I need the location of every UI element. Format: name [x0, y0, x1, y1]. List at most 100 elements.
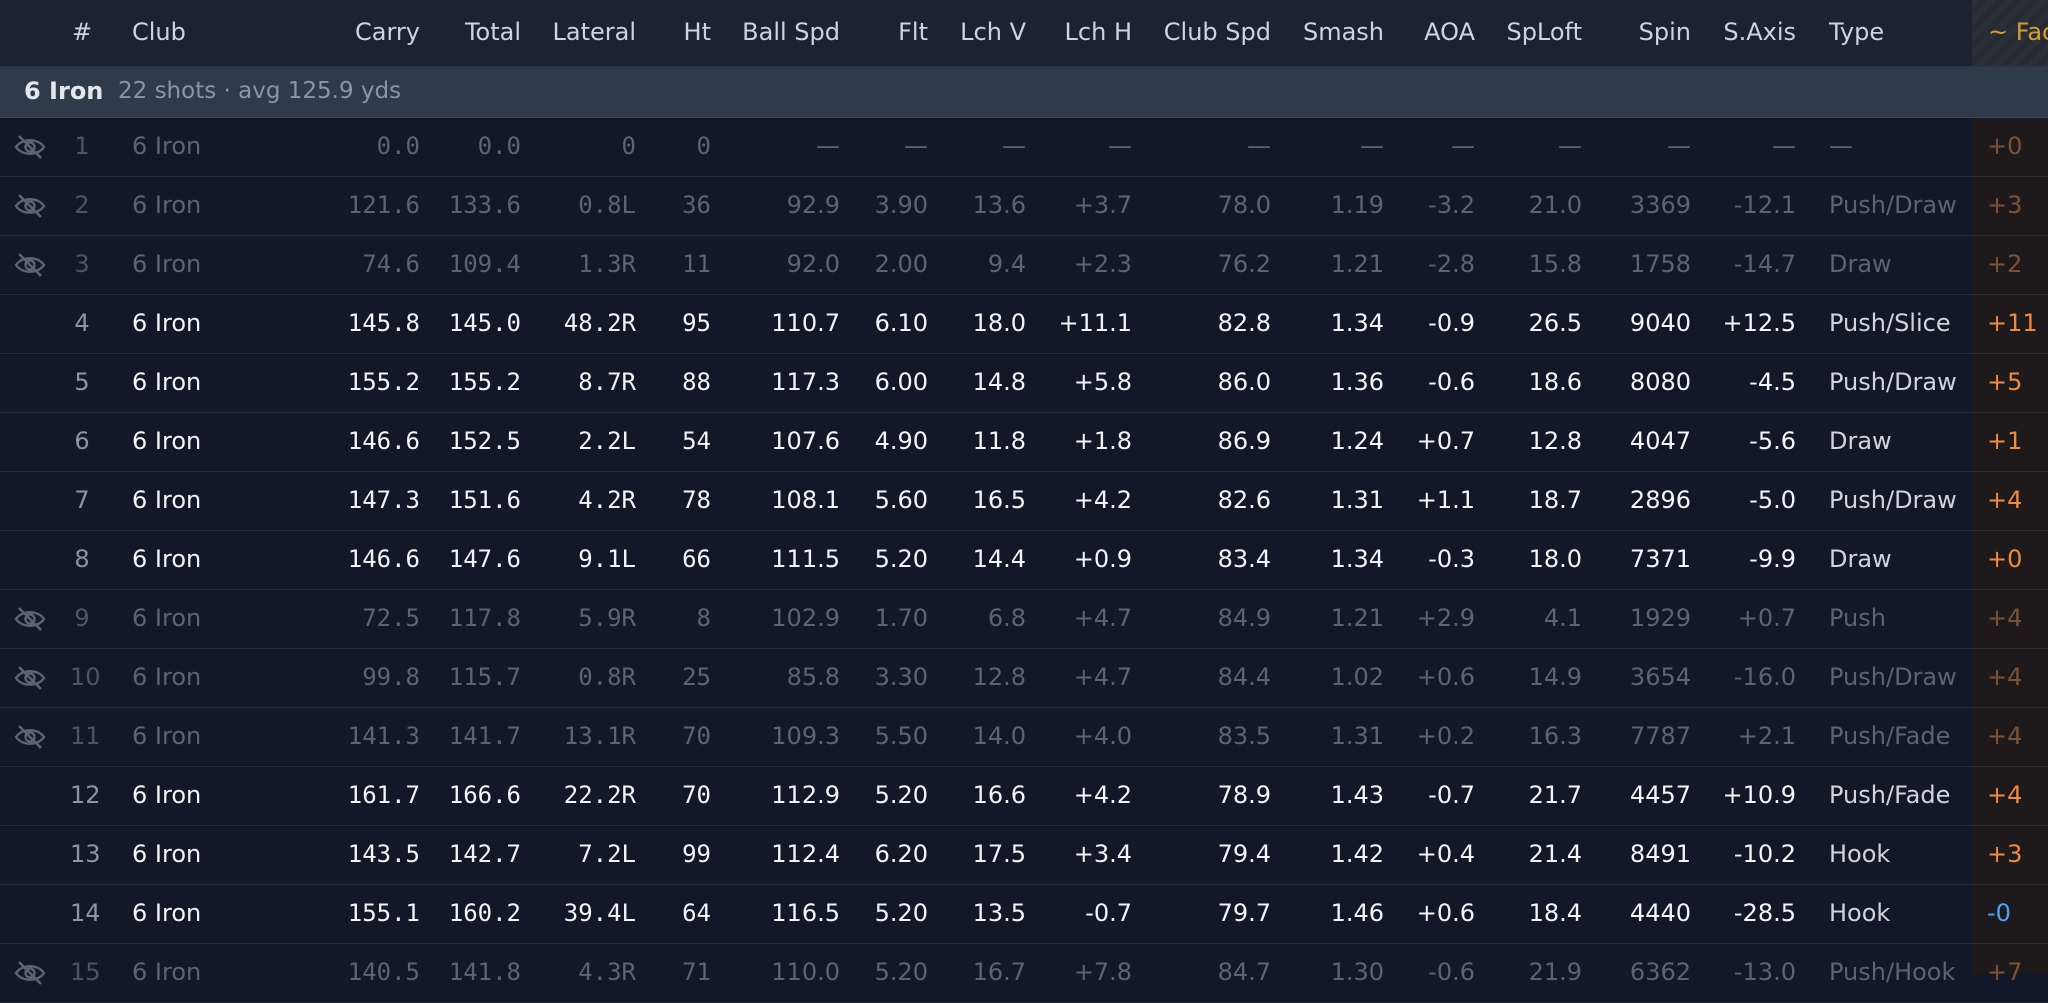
cell-ht: 78: [682, 486, 711, 514]
col-header-lateral[interactable]: Lateral: [553, 18, 637, 46]
col-header-flight[interactable]: Flt: [898, 18, 928, 46]
eye-slash-icon[interactable]: [14, 132, 46, 162]
cell-lch-v: 14.0: [972, 722, 1026, 750]
table-row[interactable]: 6 6 Iron 146.6 152.5 2.2L 54 107.6 4.90 11.8 +1.8…: [0, 413, 2048, 472]
col-header-club-speed[interactable]: Club Spd: [1164, 18, 1271, 46]
table-row[interactable]: 9 6 Iron 72.5 117.8 5.9R 8 102.9 1.70 6.8 +4.7 84.…: [0, 590, 2048, 649]
cell-lateral: 2.2L: [578, 427, 636, 455]
cell-lch-v: 13.6: [972, 191, 1026, 219]
cell-spin: 8080: [1629, 368, 1691, 396]
table-row[interactable]: 3 6 Iron 74.6 109.4 1.3R 11 92.0 2.00 9.4 +2.3 76.…: [0, 236, 2048, 295]
col-header-smash[interactable]: Smash: [1303, 18, 1384, 46]
cell-n: 7: [74, 486, 90, 514]
cell-total: 151.6: [448, 486, 521, 514]
table-row[interactable]: 13 6 Iron 143.5 142.7 7.2L 99 112.4 6.20 17.5 +3.…: [0, 826, 2048, 885]
cell-lateral: 4.2R: [578, 486, 636, 514]
col-header-aoa[interactable]: AOA: [1424, 18, 1475, 46]
table-row[interactable]: 1 6 Iron 0.0 0.0 0 0 — — — — — — — — — — — +0: [0, 118, 2048, 177]
col-header-index[interactable]: #: [70, 18, 94, 46]
cell-spin: 4457: [1629, 781, 1691, 809]
table-row[interactable]: 2 6 Iron 121.6 133.6 0.8L 36 92.9 3.90 13.6 +3.7 7…: [0, 177, 2048, 236]
cell-smash: 1.24: [1330, 427, 1384, 455]
cell-s-axis: +10.9: [1722, 781, 1796, 809]
col-header-carry[interactable]: Carry: [355, 18, 420, 46]
cell-n: 6: [74, 427, 90, 455]
cell-smash: 1.43: [1330, 781, 1384, 809]
cell-sploft: 21.9: [1528, 958, 1582, 986]
cell-spin: 4047: [1629, 427, 1691, 455]
cell-lch-v: 14.8: [972, 368, 1026, 396]
cell-n: 10: [70, 663, 101, 691]
col-header-spin-axis[interactable]: S.Axis: [1723, 18, 1796, 46]
cell-spin: 9040: [1629, 309, 1691, 337]
cell-total: 155.2: [448, 368, 521, 396]
cell-ball-spd: 110.0: [771, 958, 840, 986]
cell-lch-v: 9.4: [987, 250, 1026, 278]
cell-lch-h: +3.4: [1073, 840, 1132, 868]
table-row[interactable]: 5 6 Iron 155.2 155.2 8.7R 88 117.3 6.00 14.8 +5.8…: [0, 354, 2048, 413]
cell-ht: 70: [682, 781, 711, 809]
cell-lch-h: +4.2: [1073, 781, 1132, 809]
col-header-type[interactable]: Type: [1829, 18, 1884, 46]
table-row[interactable]: 8 6 Iron 146.6 147.6 9.1L 66 111.5 5.20 14.4 +0.9…: [0, 531, 2048, 590]
cell-lch-h: -0.7: [1085, 899, 1132, 927]
eye-slash-icon[interactable]: [14, 663, 46, 693]
cell-lch-h: +5.8: [1073, 368, 1132, 396]
eye-slash-icon[interactable]: [14, 958, 46, 988]
cell-ht: 66: [682, 545, 711, 573]
col-header-ball-speed[interactable]: Ball Spd: [742, 18, 840, 46]
cell-smash: 1.42: [1330, 840, 1384, 868]
col-header-club[interactable]: Club: [132, 18, 186, 46]
cell-ball-spd: 108.1: [771, 486, 840, 514]
col-header-total[interactable]: Total: [465, 18, 521, 46]
eye-slash-icon[interactable]: [14, 604, 46, 634]
cell-carry: 72.5: [362, 604, 420, 632]
cell-type: Push: [1829, 604, 1886, 632]
cell-type: Push/Fade: [1829, 781, 1951, 809]
cell-lch-h: +0.9: [1073, 545, 1132, 573]
cell-lateral: 39.4L: [563, 899, 636, 927]
cell-flt: 5.20: [874, 545, 928, 573]
cell-club: 6 Iron: [132, 368, 202, 396]
eye-slash-icon[interactable]: [14, 250, 46, 280]
cell-s-axis: -10.2: [1733, 840, 1796, 868]
cell-spin: 2896: [1629, 486, 1691, 514]
cell-ball-spd: 117.3: [771, 368, 840, 396]
cell-type: Hook: [1829, 840, 1891, 868]
table-row[interactable]: 10 6 Iron 99.8 115.7 0.8R 25 85.8 3.30 12.8 +4.7 8…: [0, 649, 2048, 708]
cell-lch-h: +2.3: [1073, 250, 1132, 278]
cell-smash: 1.30: [1330, 958, 1384, 986]
cell-smash: 1.36: [1330, 368, 1384, 396]
col-header-height[interactable]: Ht: [684, 18, 711, 46]
table-row[interactable]: 12 6 Iron 161.7 166.6 22.2R 70 112.9 5.20 16.6 +4…: [0, 767, 2048, 826]
cell-club: 6 Iron: [132, 545, 202, 573]
cell-carry: 155.2: [347, 368, 420, 396]
group-summary: 22 shots · avg 125.9 yds: [118, 78, 402, 104]
cell-ht: 99: [682, 840, 711, 868]
cell-flt: 5.60: [874, 486, 928, 514]
table-row[interactable]: 4 6 Iron 145.8 145.0 48.2R 95 110.7 6.10 18.0 +11…: [0, 295, 2048, 354]
col-header-spin[interactable]: Spin: [1639, 18, 1691, 46]
col-header-spin-loft[interactable]: SpLoft: [1506, 18, 1582, 46]
cell-carry: 145.8: [347, 309, 420, 337]
cell-sploft: 21.4: [1528, 840, 1582, 868]
cell-s-axis: -16.0: [1733, 663, 1796, 691]
cell-smash: 1.31: [1330, 722, 1384, 750]
table-row[interactable]: 11 6 Iron 141.3 141.7 13.1R 70 109.3 5.50 14.0 +4…: [0, 708, 2048, 767]
cell-club-spd: 84.7: [1217, 958, 1271, 986]
cell-s-axis: +2.1: [1737, 722, 1796, 750]
club-group-header[interactable]: 6 Iron 22 shots · avg 125.9 yds: [0, 67, 2048, 118]
cell-face: +11: [1987, 309, 2038, 337]
col-header-face[interactable]: ~ Fac: [1988, 18, 2048, 46]
cell-lch-v: 6.8: [987, 604, 1026, 632]
table-row[interactable]: 14 6 Iron 155.1 160.2 39.4L 64 116.5 5.20 13.5 -0…: [0, 885, 2048, 944]
eye-slash-icon[interactable]: [14, 722, 46, 752]
cell-club-spd: 84.4: [1217, 663, 1271, 691]
cell-smash: 1.34: [1330, 545, 1384, 573]
eye-slash-icon[interactable]: [14, 191, 46, 221]
cell-lch-h: +4.0: [1073, 722, 1132, 750]
cell-ht: 54: [682, 427, 711, 455]
col-header-launch-h[interactable]: Lch H: [1065, 18, 1132, 46]
table-row[interactable]: 7 6 Iron 147.3 151.6 4.2R 78 108.1 5.60 16.5 +4.2…: [0, 472, 2048, 531]
col-header-launch-v[interactable]: Lch V: [960, 18, 1026, 46]
